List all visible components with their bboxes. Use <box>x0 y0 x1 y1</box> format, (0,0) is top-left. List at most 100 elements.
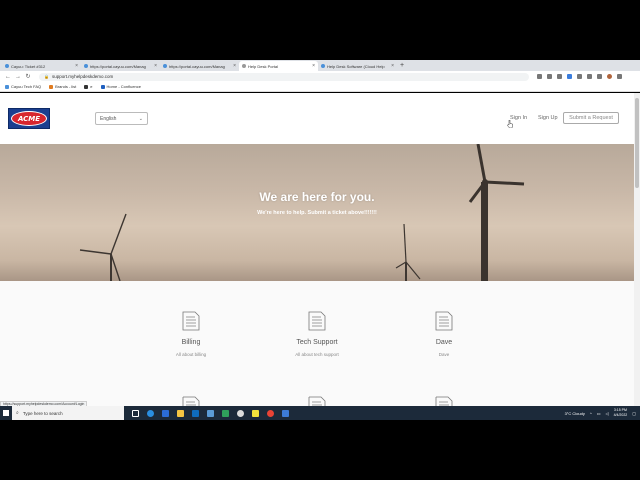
close-icon[interactable]: × <box>391 63 394 69</box>
tray-chevron-icon[interactable]: ^ <box>590 411 592 416</box>
language-select[interactable]: English ⌄ <box>95 112 148 125</box>
tab-label: https://portal.cayuu.com/Manag <box>90 63 146 69</box>
tab-favicon-icon <box>242 64 246 68</box>
chevron-down-icon: ⌄ <box>138 115 143 122</box>
tab-favicon-icon <box>163 64 167 68</box>
hero-title: We are here for you. <box>259 190 375 204</box>
extension-icon[interactable] <box>577 74 582 79</box>
close-icon[interactable]: × <box>75 63 78 69</box>
url-input[interactable]: 🔒 support.myhelpdeskdemo.com <box>39 72 529 81</box>
browser-tab-active[interactable]: Help Desk Portal × <box>239 61 318 71</box>
url-text: support.myhelpdeskdemo.com <box>51 74 114 79</box>
screen: Cayuu: Ticket #312 × https://portal.cayu… <box>0 0 640 480</box>
reload-icon[interactable]: ↻ <box>23 73 33 80</box>
search-icon: ⌕ <box>16 410 19 416</box>
taskbar-apps <box>132 409 289 417</box>
bookmark-label: Home - Confluence <box>106 84 141 89</box>
extension-icon[interactable] <box>557 74 562 79</box>
close-icon[interactable]: × <box>233 63 236 69</box>
tab-favicon-icon <box>5 64 9 68</box>
category-card[interactable]: Billing All about billing <box>141 311 241 357</box>
sign-up-link[interactable]: Sign Up <box>538 115 558 121</box>
category-card[interactable]: Tech Support All about tech support <box>267 311 367 357</box>
sidebar-icon[interactable] <box>597 74 602 79</box>
hero-subtitle: We're here to help. Submit a ticket abov… <box>257 210 377 216</box>
new-tab-button[interactable]: + <box>400 61 404 71</box>
address-bar-row: ← → ↻ 🔒 support.myhelpdeskdemo.com <box>0 71 640 82</box>
category-card[interactable]: Dave Dave <box>394 311 494 357</box>
document-icon <box>182 311 200 331</box>
back-arrow-icon[interactable]: ← <box>3 74 13 80</box>
logo-text: ACME <box>17 114 41 123</box>
extensions-bar <box>537 74 622 79</box>
menu-icon[interactable] <box>617 74 622 79</box>
bookmark-item[interactable]: Brands - list <box>49 84 76 89</box>
sticky-notes-icon[interactable] <box>252 409 259 417</box>
weather-widget[interactable]: 3°C Cloudy <box>565 411 585 416</box>
network-icon[interactable]: ▭ <box>597 411 601 416</box>
letterbox-bottom <box>0 420 640 480</box>
app-icon[interactable] <box>222 409 229 417</box>
app-icon[interactable] <box>237 409 244 417</box>
bookmark-item[interactable]: Home - Confluence <box>100 84 141 89</box>
start-button[interactable] <box>0 406 12 420</box>
category-description: All about billing <box>175 352 207 357</box>
share-icon[interactable] <box>537 74 542 79</box>
browser-tab[interactable]: Cayuu: Ticket #312 × <box>2 61 81 71</box>
tab-favicon-icon <box>84 64 88 68</box>
acme-logo[interactable]: ACME <box>8 108 50 129</box>
notification-icon[interactable]: ▢ <box>632 411 636 416</box>
bookmark-item[interactable]: e <box>84 84 93 89</box>
bookmark-favicon-icon <box>49 84 54 89</box>
page-scrollbar[interactable] <box>634 93 640 406</box>
category-title[interactable]: Dave <box>394 339 494 346</box>
close-icon[interactable]: × <box>154 63 157 69</box>
tab-label: Help Desk Software (Cloud Help <box>327 63 385 69</box>
submit-request-button[interactable]: Submit a Request <box>563 112 619 124</box>
mouse-cursor-icon <box>507 120 513 128</box>
bookmark-favicon-icon <box>5 84 9 89</box>
browser-tab[interactable]: https://portal.cayuu.com/Manag × <box>160 61 239 71</box>
category-title[interactable]: Billing <box>141 339 241 346</box>
browser-tab[interactable]: https://portal.cayuu.com/Manag × <box>81 61 160 71</box>
category-description: All about tech support <box>295 352 339 357</box>
category-title[interactable]: Tech Support <box>267 339 367 346</box>
close-icon[interactable]: × <box>312 63 315 69</box>
browser-tab[interactable]: Help Desk Software (Cloud Help × <box>318 61 397 71</box>
edge-icon[interactable] <box>147 409 154 417</box>
category-description: Dave <box>438 352 450 357</box>
app-icon[interactable] <box>282 409 289 417</box>
clock[interactable]: 3:15 PM 4/4/2022 <box>614 408 628 418</box>
hero-banner: We are here for you. We're here to help.… <box>0 144 634 281</box>
document-icon <box>308 396 326 406</box>
language-value: English <box>100 115 117 122</box>
app-icon[interactable] <box>207 409 214 417</box>
lock-icon: 🔒 <box>44 74 49 79</box>
bookmark-star-icon[interactable] <box>547 74 552 79</box>
taskbar-search-input[interactable]: ⌕ Type here to search <box>12 406 124 420</box>
bookmark-label: Brands - list <box>55 84 77 89</box>
store-icon[interactable] <box>162 409 169 417</box>
file-explorer-icon[interactable] <box>177 409 184 417</box>
volume-icon[interactable]: ◁ <box>606 411 609 416</box>
puzzle-icon[interactable] <box>587 74 592 79</box>
logo-oval: ACME <box>11 111 47 126</box>
windows-taskbar: ⌕ Type here to search 3°C Cloudy ^ ▭ ◁ 3… <box>0 406 640 420</box>
mail-icon[interactable] <box>192 409 199 417</box>
tab-label: Help Desk Portal <box>248 63 279 69</box>
letterbox-top <box>0 0 640 60</box>
profile-avatar[interactable] <box>607 74 612 79</box>
document-icon <box>308 311 326 331</box>
bookmark-label: Cayuu Tech FAQ <box>11 84 42 89</box>
scrollbar-thumb[interactable] <box>635 98 639 188</box>
chrome-icon[interactable] <box>267 409 274 417</box>
task-view-icon[interactable] <box>132 409 139 417</box>
document-icon <box>435 396 453 406</box>
search-placeholder: Type here to search <box>22 410 63 416</box>
bookmark-item[interactable]: Cayuu Tech FAQ <box>5 84 41 89</box>
bookmark-favicon-icon <box>84 84 89 89</box>
clock-date: 4/4/2022 <box>613 413 628 417</box>
browser-tab-strip: Cayuu: Ticket #312 × https://portal.cayu… <box>0 60 640 71</box>
forward-arrow-icon[interactable]: → <box>13 74 23 80</box>
extension-icon[interactable] <box>567 74 572 79</box>
